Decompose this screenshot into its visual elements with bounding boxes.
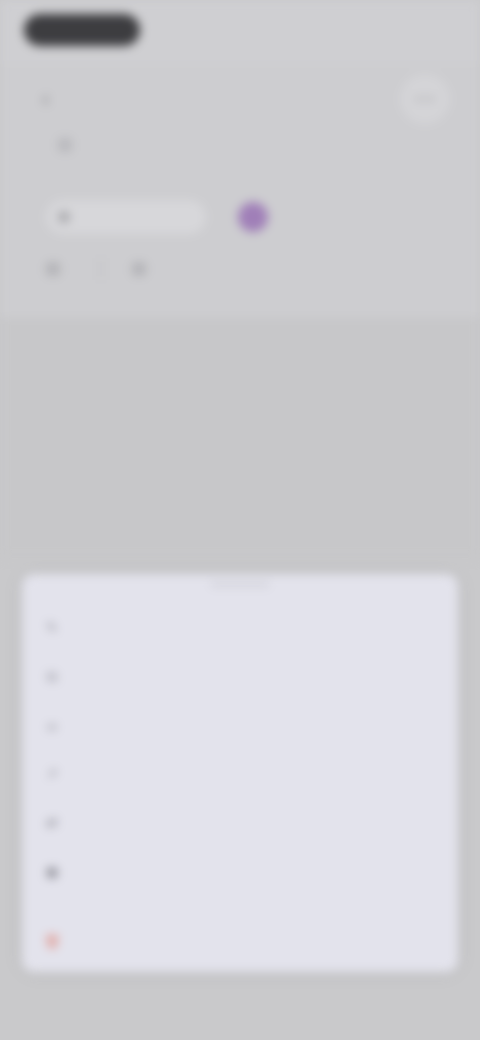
meta-item-b[interactable]: [132, 262, 156, 276]
trash-icon: 🗑: [43, 934, 61, 949]
calendar-icon: [46, 262, 60, 276]
pencil-icon: ✎: [46, 620, 58, 635]
divider: [100, 258, 102, 280]
chip-icon: [58, 211, 70, 223]
link-icon: ∞: [47, 718, 57, 734]
app-screen: ‹ ⋯ ✎ ⧉ ∞ ↗ ⇄ ▣ 🗑: [0, 0, 480, 1040]
share-icon: ↗: [46, 766, 58, 781]
page-type-icon: [58, 138, 72, 152]
meta-row: [46, 258, 156, 280]
move-icon: ⇄: [46, 815, 58, 830]
sheet-handle[interactable]: [210, 582, 270, 587]
action-sheet: ✎ ⧉ ∞ ↗ ⇄ ▣ 🗑: [22, 574, 458, 972]
sheet-item-delete[interactable]: 🗑: [44, 924, 436, 960]
archive-icon: ▣: [45, 864, 59, 879]
status-time-pill: [24, 14, 140, 46]
more-options-button[interactable]: ⋯: [400, 74, 450, 124]
info-chip[interactable]: [46, 200, 206, 234]
sheet-item-share[interactable]: ↗: [44, 756, 436, 792]
status-bar: [0, 0, 480, 64]
content-area: [0, 318, 480, 558]
sheet-item-archive[interactable]: ▣: [44, 854, 436, 890]
more-icon: ⋯: [414, 86, 436, 111]
header-panel: ‹ ⋯: [0, 64, 480, 318]
sheet-item-edit[interactable]: ✎: [44, 610, 436, 646]
title-row: [58, 138, 84, 152]
sheet-item-move[interactable]: ⇄: [44, 805, 436, 841]
owner-chip[interactable]: [238, 200, 278, 234]
tag-icon: [132, 262, 146, 276]
sheet-item-copy[interactable]: ⧉: [44, 659, 436, 695]
back-arrow-icon[interactable]: ‹: [42, 86, 49, 112]
sheet-item-link[interactable]: ∞: [44, 708, 436, 744]
avatar: [238, 202, 268, 232]
copy-icon: ⧉: [47, 669, 57, 684]
meta-item-a[interactable]: [46, 262, 70, 276]
